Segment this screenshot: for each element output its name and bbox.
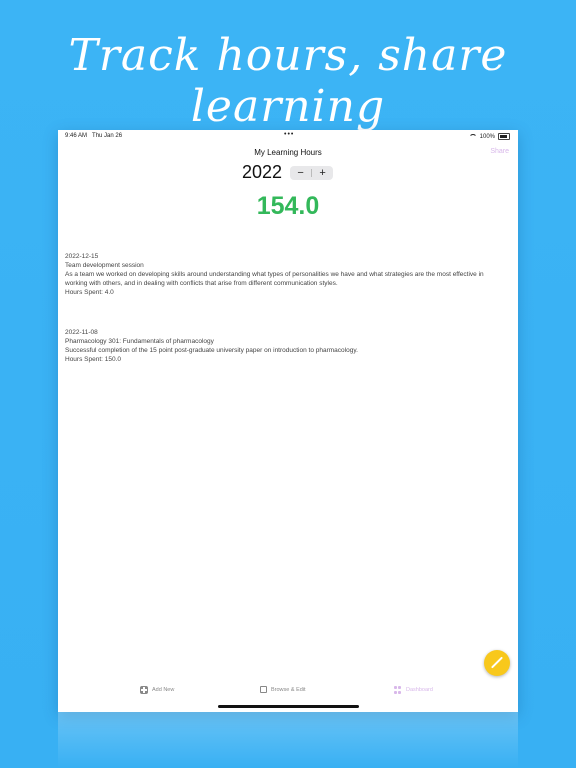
list-item[interactable]: 2022-12-15 Team development session As a… — [65, 252, 505, 297]
edit-icon — [260, 686, 267, 693]
tab-bar: Add New Browse & Edit Dashboard — [58, 684, 518, 700]
entry-hours: Hours Spent: 150.0 — [65, 356, 122, 363]
entry-date: 2022-12-15 — [65, 253, 99, 260]
promo-headline: Track hours, share learning — [68, 30, 508, 132]
entry-description: Successful completion of the 15 point po… — [65, 347, 358, 354]
year-selector: 2022 − + — [242, 162, 334, 183]
total-hours: 154.0 — [256, 192, 320, 220]
status-bar: 9:46 AM Thu Jan 26 ••• 100% — [58, 130, 518, 142]
ipad-screen: 9:46 AM Thu Jan 26 ••• 100% My Learning … — [58, 130, 518, 712]
battery-percent: 100% — [479, 133, 495, 140]
tab-label: Add New — [152, 687, 175, 693]
multitasking-dots-icon[interactable]: ••• — [284, 131, 294, 138]
tab-label: Dashboard — [406, 687, 433, 693]
plus-square-icon — [140, 686, 148, 694]
share-button[interactable]: Share — [490, 148, 509, 155]
home-indicator — [218, 705, 359, 708]
entry-hours: Hours Spent: 4.0 — [65, 289, 114, 296]
increment-year-button[interactable]: + — [312, 166, 333, 180]
tab-browse-edit[interactable]: Browse & Edit — [260, 686, 306, 693]
wifi-icon — [468, 133, 477, 140]
entry-description: As a team we worked on developing skills… — [65, 271, 484, 287]
tab-add-new[interactable]: Add New — [140, 686, 174, 694]
page-title: My Learning Hours — [254, 148, 322, 157]
year-value: 2022 — [242, 162, 283, 182]
tab-label: Browse & Edit — [271, 686, 306, 693]
status-right: 100% — [468, 133, 510, 140]
grid-icon — [394, 686, 402, 694]
list-item[interactable]: 2022-11-08 Pharmacology 301: Fundamental… — [65, 328, 505, 364]
battery-icon — [498, 133, 510, 140]
tab-dashboard[interactable]: Dashboard — [394, 686, 433, 694]
year-stepper: − + — [290, 165, 334, 180]
entry-title: Pharmacology 301: Fundamentals of pharma… — [65, 338, 214, 345]
device-reflection — [58, 712, 518, 768]
entry-title: Team development session — [65, 262, 144, 269]
entry-date: 2022-11-08 — [65, 329, 98, 336]
status-time: 9:46 AM Thu Jan 26 — [65, 133, 123, 139]
decrement-year-button[interactable]: − — [290, 166, 311, 180]
pencil-fab-button[interactable] — [484, 650, 510, 676]
